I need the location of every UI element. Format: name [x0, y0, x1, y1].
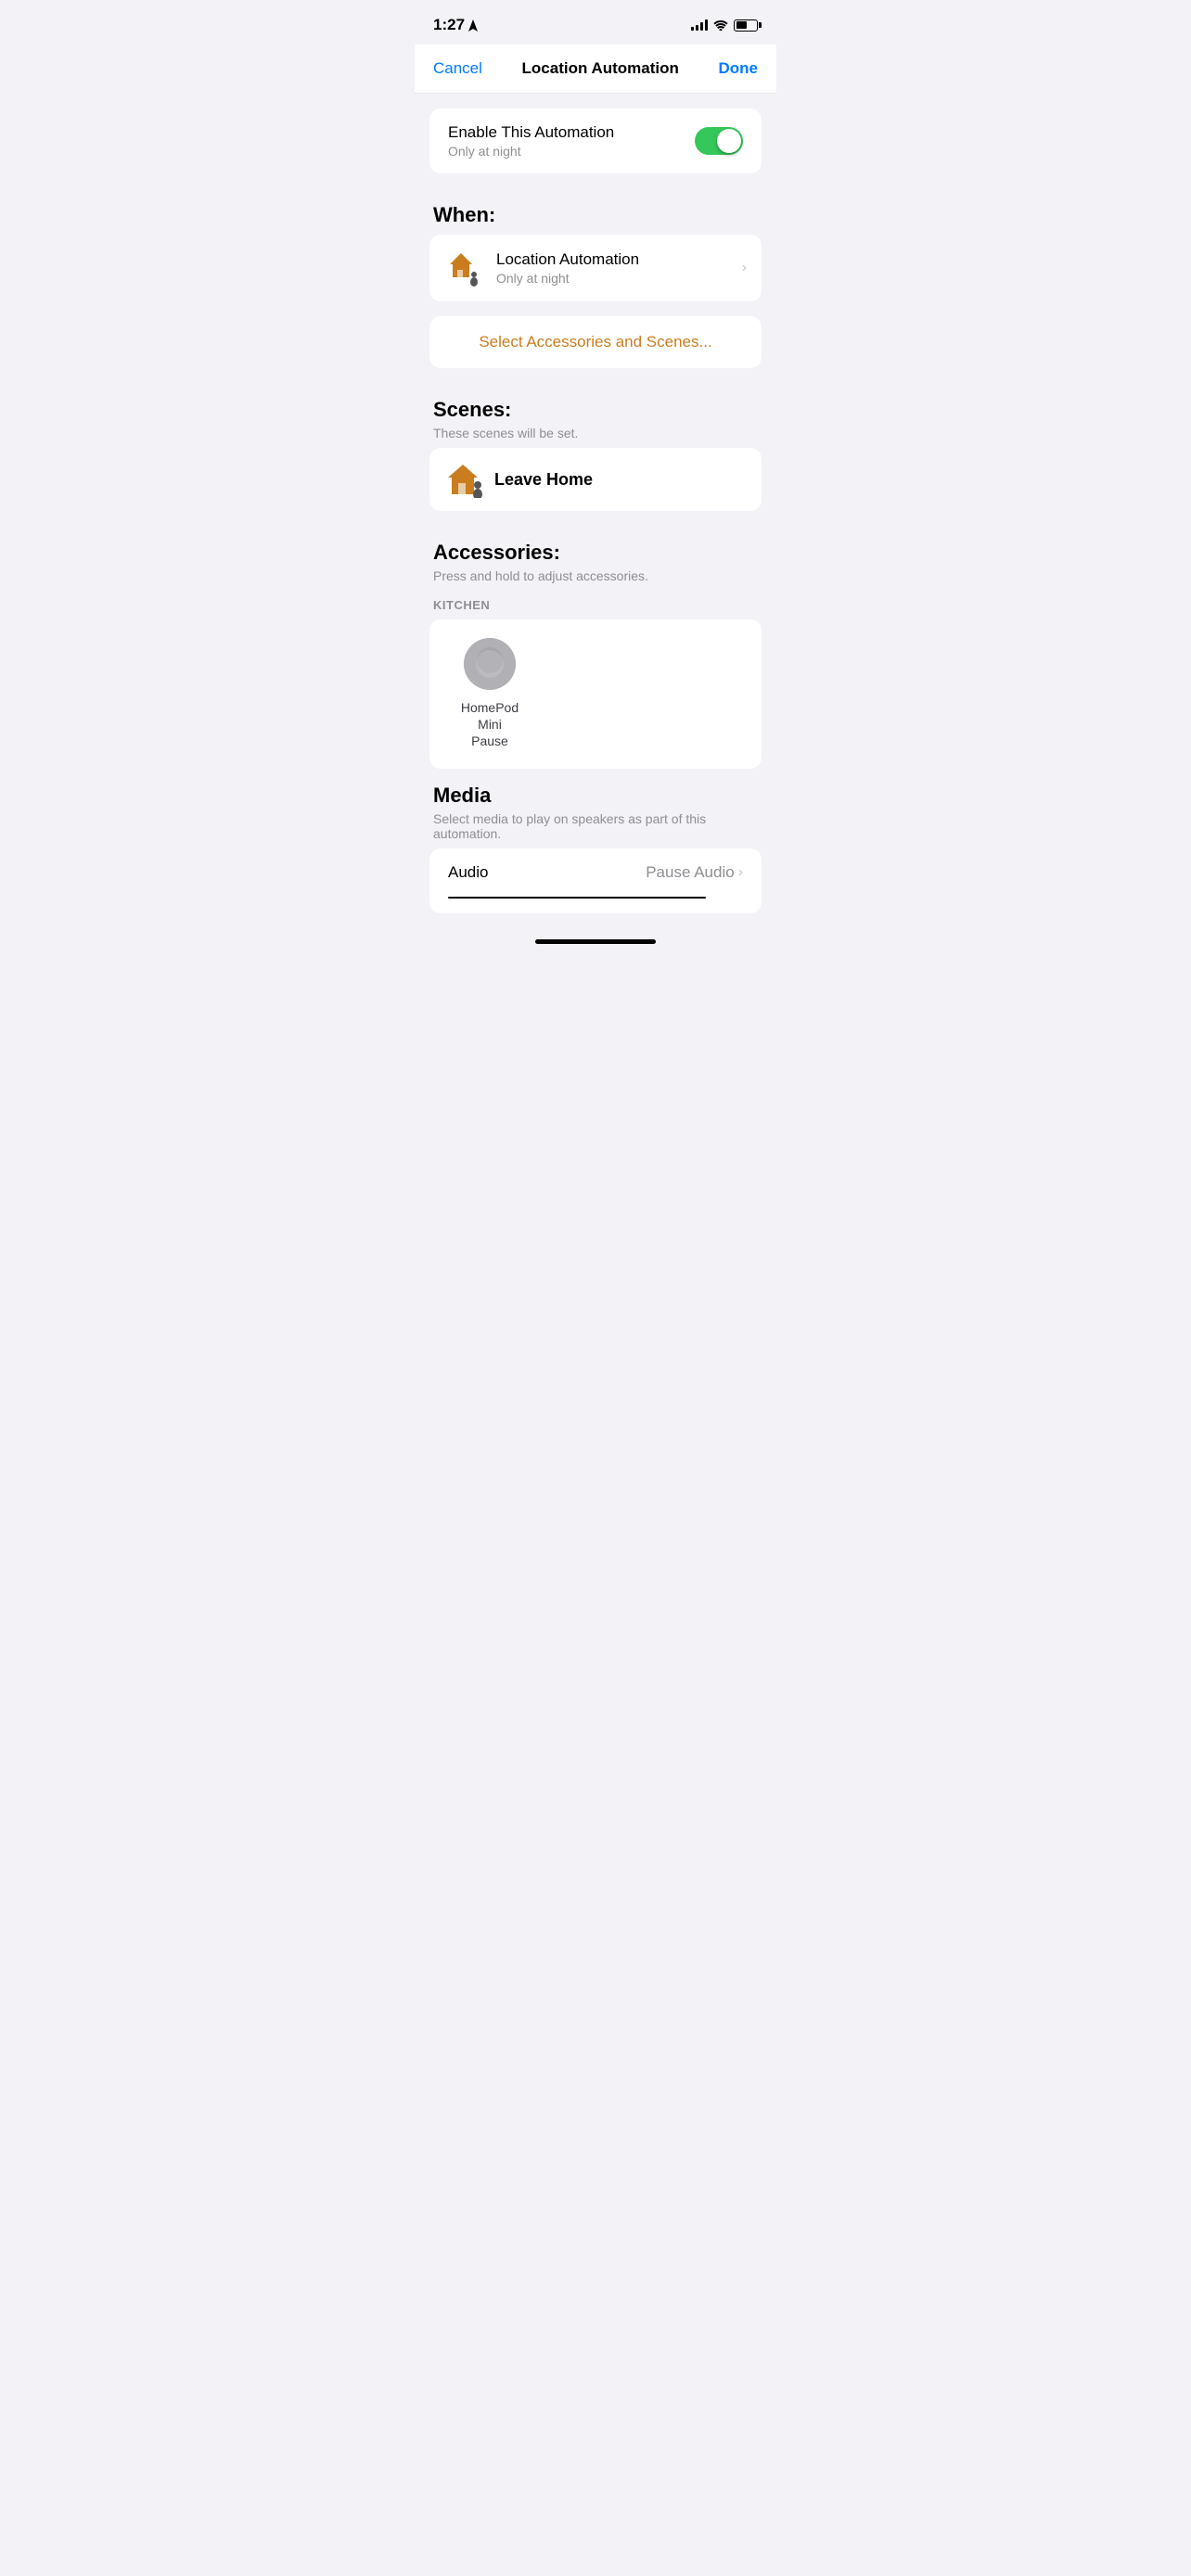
homepod-mini-icon: [464, 638, 516, 690]
audio-row[interactable]: Audio Pause Audio ›: [429, 848, 762, 897]
accessories-subtitle: Press and hold to adjust accessories.: [433, 568, 758, 583]
location-row-left: Location Automation Only at night: [444, 248, 639, 288]
select-accessories-card[interactable]: Select Accessories and Scenes...: [429, 316, 762, 368]
location-arrow-icon: [468, 19, 478, 32]
accessories-section-header: Accessories: Press and hold to adjust ac…: [415, 526, 776, 591]
enable-automation-text: Enable This Automation Only at night: [448, 123, 614, 159]
accessory-item-homepod[interactable]: HomePod Mini Pause: [429, 619, 550, 769]
home-indicator: [415, 932, 776, 948]
status-bar: 1:27: [415, 0, 776, 45]
leave-home-icon-container: [444, 461, 485, 498]
battery-icon: [734, 19, 758, 32]
select-accessories-button[interactable]: Select Accessories and Scenes...: [429, 316, 762, 368]
location-automation-name: Location Automation: [496, 250, 639, 269]
media-section-header: Media Select media to play on speakers a…: [415, 769, 776, 848]
audio-label: Audio: [448, 863, 488, 882]
media-subtitle: Select media to play on speakers as part…: [433, 811, 758, 841]
homepod-mini-name: HomePod Mini Pause: [448, 699, 531, 750]
kitchen-label: KITCHEN: [415, 591, 776, 619]
wifi-icon: [713, 19, 728, 31]
scenes-subtitle: These scenes will be set.: [433, 426, 758, 440]
when-title: When:: [433, 203, 758, 227]
location-automation-time: Only at night: [496, 271, 639, 286]
enable-automation-toggle[interactable]: [695, 127, 743, 155]
cancel-button[interactable]: Cancel: [433, 59, 482, 78]
location-chevron-icon: ›: [742, 260, 747, 276]
status-time: 1:27: [433, 16, 478, 34]
location-text: Location Automation Only at night: [496, 250, 639, 286]
select-accessories-label: Select Accessories and Scenes...: [479, 333, 711, 351]
location-automation-icon: [444, 248, 485, 288]
home-bar: [535, 939, 656, 944]
enable-automation-row: Enable This Automation Only at night: [429, 108, 762, 173]
enable-automation-card: Enable This Automation Only at night: [429, 108, 762, 173]
audio-value: Pause Audio: [646, 863, 734, 882]
signal-bars-icon: [691, 19, 708, 31]
location-automation-card[interactable]: Location Automation Only at night ›: [429, 235, 762, 301]
nav-bar: Cancel Location Automation Done: [415, 45, 776, 94]
audio-chevron-icon: ›: [738, 864, 743, 881]
main-content: Enable This Automation Only at night Whe…: [415, 94, 776, 963]
accessories-title: Accessories:: [433, 541, 758, 565]
scenes-section-header: Scenes: These scenes will be set.: [415, 383, 776, 448]
media-title: Media: [433, 784, 758, 808]
leave-home-card: Leave Home: [429, 448, 762, 511]
audio-right: Pause Audio ›: [646, 863, 743, 882]
accessories-grid: HomePod Mini Pause: [429, 619, 762, 769]
nav-title: Location Automation: [522, 59, 679, 78]
scenes-title: Scenes:: [433, 398, 758, 422]
enable-automation-subtitle: Only at night: [448, 144, 614, 159]
location-icon-container: [444, 248, 485, 288]
audio-card: Audio Pause Audio ›: [429, 848, 762, 913]
done-button[interactable]: Done: [719, 59, 759, 78]
leave-home-row: Leave Home: [429, 448, 762, 511]
leave-home-label: Leave Home: [494, 470, 593, 490]
enable-automation-title: Enable This Automation: [448, 123, 614, 142]
status-icons: [691, 19, 758, 32]
toggle-knob: [717, 129, 741, 153]
when-section-header: When:: [415, 188, 776, 235]
location-row[interactable]: Location Automation Only at night ›: [429, 235, 762, 301]
leave-home-icon: [444, 461, 485, 498]
